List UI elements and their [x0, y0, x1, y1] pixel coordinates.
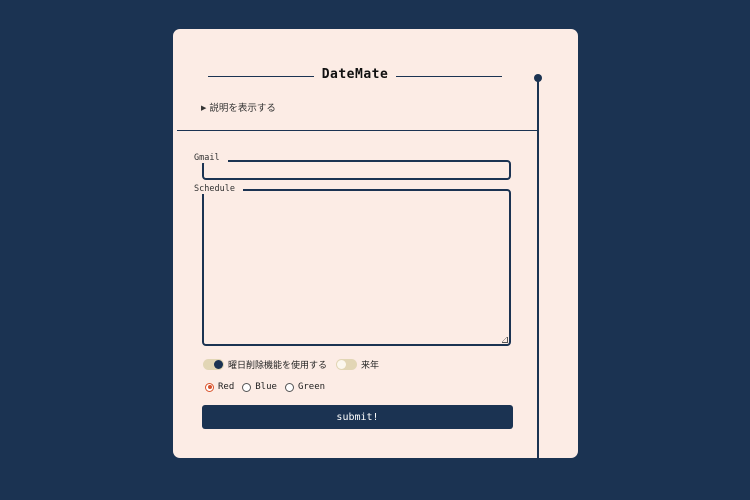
section-divider	[177, 130, 538, 131]
resize-handle-icon[interactable]	[502, 337, 508, 343]
weekday-remove-switch[interactable]	[203, 358, 224, 370]
title-row: DateMate	[208, 67, 502, 83]
next-year-label: 来年	[361, 360, 380, 371]
show-description-label: 説明を表示する	[209, 103, 276, 114]
submit-button[interactable]: submit!	[202, 405, 513, 429]
disclosure-triangle-icon: ▶	[201, 104, 207, 112]
title-rule-right	[396, 76, 502, 77]
radio-red-label: Red	[218, 382, 235, 392]
rail-line	[537, 79, 539, 458]
gmail-label: Gmail	[194, 153, 228, 163]
schedule-label: Schedule	[194, 184, 243, 194]
radio-green-label: Green	[297, 382, 326, 392]
schedule-textarea[interactable]	[204, 191, 509, 344]
form-card: DateMate ▶ 説明を表示する Gmail Schedule 曜日削除機能を…	[173, 29, 578, 458]
title-rule-left	[208, 76, 314, 77]
color-radio-group: Red Blue Green	[205, 381, 333, 393]
schedule-field[interactable]	[202, 189, 511, 346]
page-title: DateMate	[321, 67, 389, 82]
show-description-toggle[interactable]: ▶ 説明を表示する	[201, 100, 276, 114]
switch-knob	[337, 359, 347, 369]
toggle-row: 曜日削除機能を使用する 来年	[203, 358, 388, 371]
radio-green[interactable]	[284, 382, 294, 392]
next-year-switch[interactable]	[336, 358, 358, 370]
weekday-remove-label: 曜日削除機能を使用する	[228, 360, 328, 371]
switch-knob	[214, 359, 223, 369]
radio-blue-label: Blue	[255, 382, 277, 392]
gmail-input[interactable]	[204, 166, 509, 183]
gmail-field[interactable]	[202, 160, 511, 183]
radio-blue[interactable]	[242, 382, 252, 392]
radio-red[interactable]	[205, 382, 214, 392]
